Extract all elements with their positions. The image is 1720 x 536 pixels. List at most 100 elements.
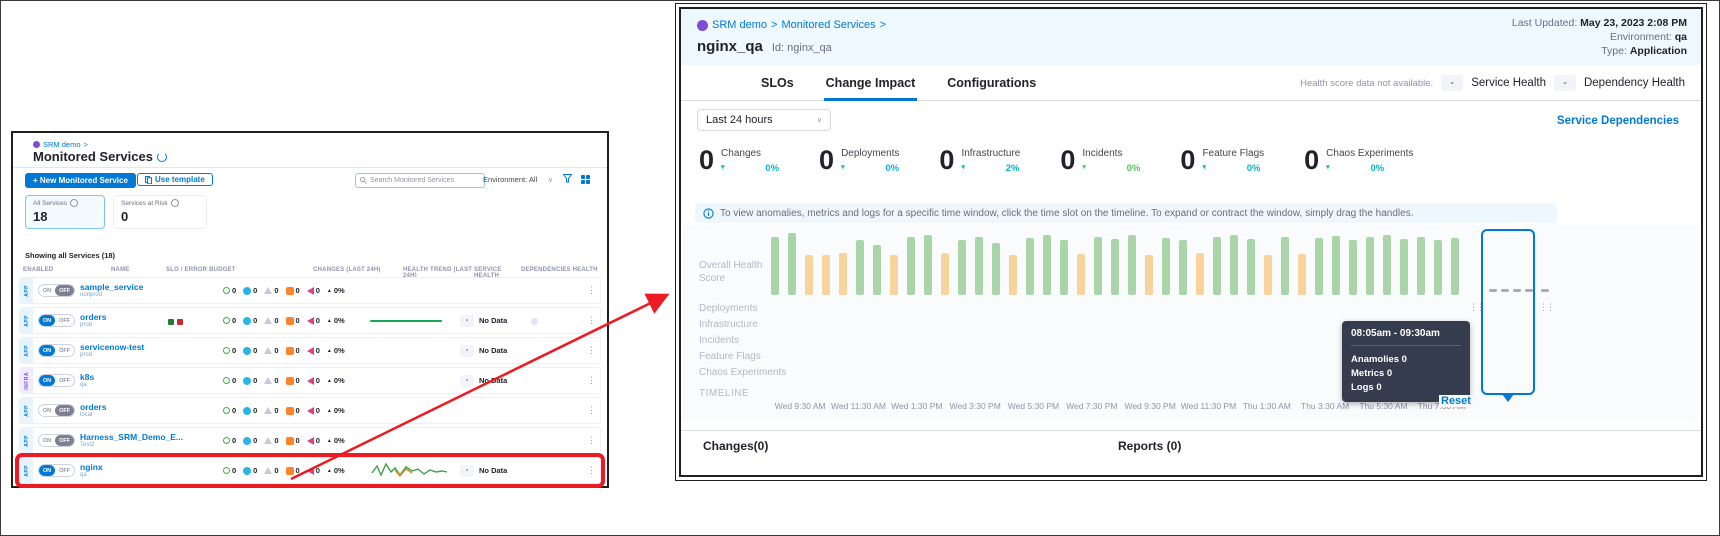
breadcrumb[interactable]: SRM demo > [33, 140, 88, 149]
service-name-link[interactable]: nginx [80, 462, 168, 472]
row-menu-icon[interactable]: ⋮ [578, 315, 600, 326]
health-bar[interactable] [1434, 240, 1442, 295]
service-name-link[interactable]: sample_service [80, 282, 168, 292]
health-bar[interactable] [1077, 254, 1085, 295]
health-score-bars[interactable] [771, 233, 1471, 295]
row-menu-icon[interactable]: ⋮ [578, 345, 600, 356]
timeline-tick: Thu 5:30 AM [1354, 401, 1412, 411]
health-bar[interactable] [941, 253, 949, 295]
table-row[interactable]: APP ON OFF sample_service nonprod [19, 277, 601, 304]
time-range-select[interactable]: Last 24 hours ∨ [697, 109, 831, 131]
health-bar[interactable] [1230, 235, 1238, 295]
enabled-toggle[interactable]: ON OFF [38, 374, 75, 387]
table-row[interactable]: INFRA ON OFF k8s qa [19, 367, 601, 394]
health-bar[interactable] [958, 240, 966, 295]
health-bar[interactable] [1264, 255, 1272, 295]
health-bar[interactable] [1247, 239, 1255, 295]
table-row[interactable]: APP ON OFF orders local [19, 397, 601, 424]
filter-icon[interactable] [563, 174, 572, 183]
tab[interactable]: SLOs [759, 65, 796, 101]
breadcrumb[interactable]: SRM demo > Monitored Services > [697, 19, 886, 31]
enabled-toggle[interactable]: ON OFF [38, 464, 75, 477]
health-bar[interactable] [1349, 240, 1357, 295]
health-bar[interactable] [856, 240, 864, 295]
enabled-toggle[interactable]: ON OFF [38, 344, 75, 357]
table-row[interactable]: APP ON OFF servicenow-test prod [19, 337, 601, 364]
table-row[interactable]: APP ON OFF orders prod [19, 307, 601, 334]
health-bar[interactable] [1383, 235, 1391, 295]
enabled-toggle[interactable]: ON OFF [38, 314, 75, 327]
health-bar[interactable] [788, 233, 796, 295]
health-bar[interactable] [1094, 237, 1102, 295]
health-bar[interactable] [890, 255, 898, 295]
health-bar[interactable] [975, 237, 983, 295]
breadcrumb-project[interactable]: SRM demo [712, 19, 767, 31]
selection-left-handle[interactable]: ⋮⋮ [1469, 303, 1483, 312]
incident-icon [243, 347, 251, 355]
enabled-toggle[interactable]: ON OFF [38, 404, 75, 417]
service-name-link[interactable]: k8s [80, 372, 168, 382]
enabled-toggle[interactable]: ON OFF [38, 284, 75, 297]
health-bar[interactable] [873, 245, 881, 295]
health-bar[interactable] [1281, 237, 1289, 295]
table-row[interactable]: APP ON OFF nginx qa [19, 457, 601, 484]
service-dependencies-link[interactable]: Service Dependencies [1557, 115, 1679, 127]
health-bar[interactable] [822, 255, 830, 295]
name-cell: Harness_SRM_Demo_E... Test2 [80, 432, 168, 449]
health-bar[interactable] [1043, 235, 1051, 295]
health-bar[interactable] [992, 243, 1000, 295]
new-monitored-service-button[interactable]: + New Monitored Service [25, 173, 136, 188]
health-bar[interactable] [1196, 253, 1204, 295]
refresh-icon[interactable] [157, 152, 167, 162]
health-bar[interactable] [805, 255, 813, 295]
time-window-selection[interactable] [1481, 229, 1535, 395]
divider [681, 430, 1701, 431]
meta-line: Last Updated: May 23, 2023 2:08 PM [1512, 16, 1687, 30]
tab[interactable]: Configurations [945, 65, 1038, 101]
feature-flag-icon [286, 287, 294, 295]
health-bar[interactable] [1179, 240, 1187, 295]
service-name-link[interactable]: Harness_SRM_Demo_E... [80, 432, 168, 442]
enabled-toggle[interactable]: ON OFF [38, 434, 75, 447]
health-bar[interactable] [1060, 240, 1068, 295]
health-bar[interactable] [1417, 237, 1425, 295]
health-bar[interactable] [1128, 235, 1136, 295]
all-services-card[interactable]: All Services 18 [25, 195, 105, 229]
table-row[interactable]: APP ON OFF Harness_SRM_Demo_E... Test2 [19, 427, 601, 454]
health-bar[interactable] [1009, 255, 1017, 295]
tab[interactable]: Change Impact [824, 65, 918, 101]
health-bar[interactable] [1451, 238, 1459, 295]
environment-filter-select[interactable]: Environment: All ∨ [483, 173, 553, 186]
health-bar[interactable] [1026, 238, 1034, 295]
service-name-link[interactable]: orders [80, 402, 168, 412]
search-input[interactable]: Search Monitored Services [355, 173, 485, 188]
health-bar[interactable] [771, 237, 779, 295]
health-bar[interactable] [839, 253, 847, 295]
health-bar[interactable] [1111, 239, 1119, 295]
service-name-link[interactable]: orders [80, 312, 168, 322]
health-bar[interactable] [924, 235, 932, 295]
service-name-link[interactable]: servicenow-test [80, 342, 168, 352]
selection-marker-icon [1502, 394, 1514, 402]
health-bar[interactable] [1400, 239, 1408, 295]
health-bar[interactable] [1366, 237, 1374, 295]
health-bar[interactable] [907, 237, 915, 295]
health-bar[interactable] [1332, 236, 1340, 295]
breadcrumb-project[interactable]: SRM demo [43, 140, 81, 149]
row-menu-icon[interactable]: ⋮ [578, 465, 600, 476]
selection-right-handle[interactable]: ⋮⋮ [1539, 303, 1553, 312]
health-bar[interactable] [1213, 237, 1221, 295]
breadcrumb-monitored-services[interactable]: Monitored Services [781, 19, 875, 31]
health-bar[interactable] [1162, 238, 1170, 295]
services-at-risk-card[interactable]: Services at Risk 0 [113, 195, 207, 229]
health-bar[interactable] [1145, 255, 1153, 295]
row-menu-icon[interactable]: ⋮ [578, 405, 600, 416]
row-menu-icon[interactable]: ⋮ [578, 375, 600, 386]
health-bar[interactable] [1315, 238, 1323, 295]
health-bar[interactable] [1298, 254, 1306, 295]
row-menu-icon[interactable]: ⋮ [578, 285, 600, 296]
use-template-button[interactable]: Use template [137, 173, 213, 186]
grid-view-icon[interactable] [581, 175, 590, 184]
reset-link[interactable]: Reset [1439, 395, 1473, 407]
row-menu-icon[interactable]: ⋮ [578, 435, 600, 446]
